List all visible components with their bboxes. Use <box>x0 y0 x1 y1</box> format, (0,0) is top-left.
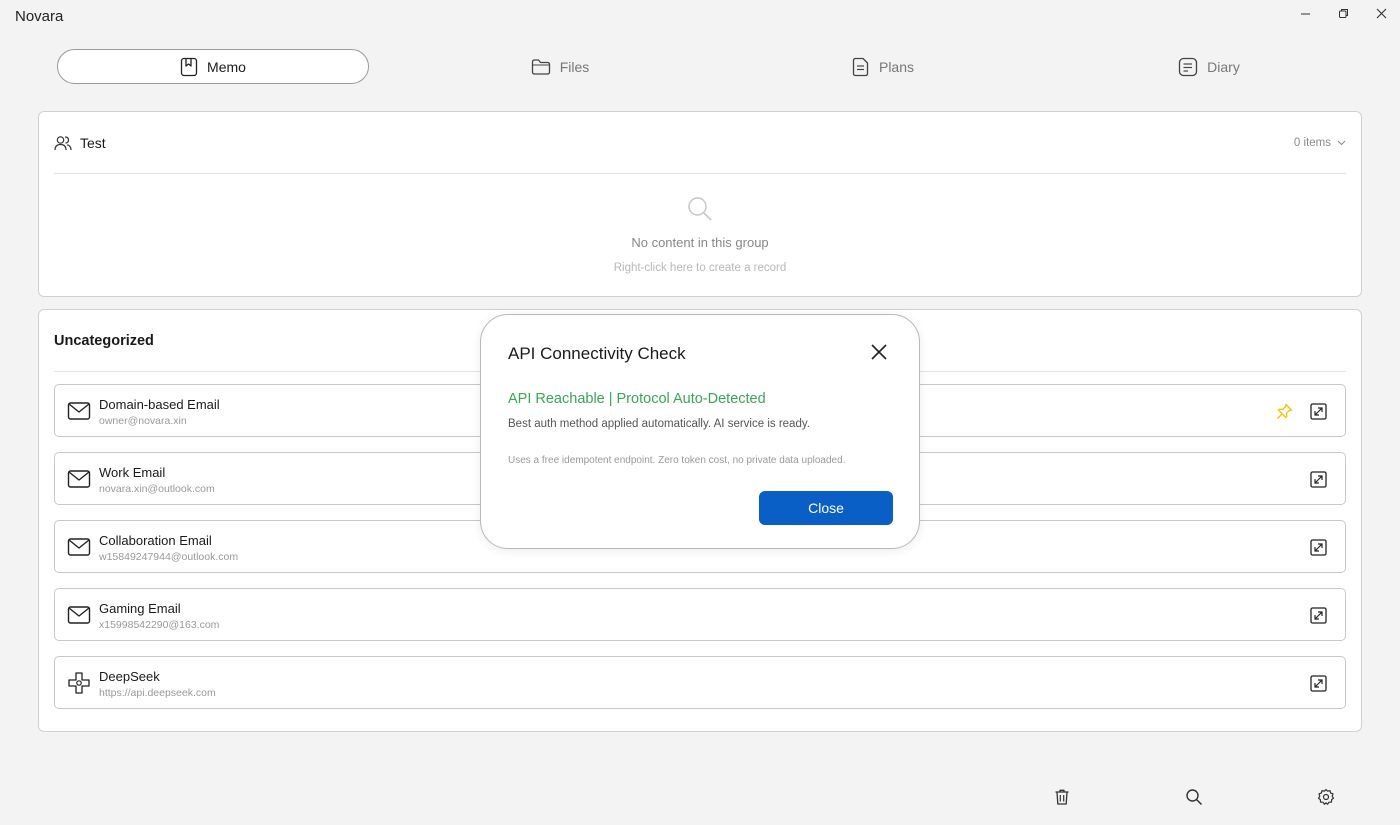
item-subtitle: w15849247944@outlook.com <box>99 551 239 563</box>
tab-label: Memo <box>207 58 246 75</box>
dialog-note: Uses a free idempotent endpoint. Zero to… <box>508 455 846 466</box>
chevron-down-icon <box>1337 140 1346 146</box>
item-name: Work Email <box>99 465 166 480</box>
close-icon[interactable] <box>870 343 888 361</box>
search-icon[interactable] <box>1185 788 1203 806</box>
dialog-title: API Connectivity Check <box>508 344 686 363</box>
empty-state: No content in this group Right-click her… <box>39 196 1361 274</box>
api-icon <box>68 672 90 694</box>
minimize-icon[interactable] <box>1292 4 1318 22</box>
list-item[interactable]: Gaming Email x15998542290@163.com <box>54 588 1346 641</box>
group-test[interactable]: Test 0 items No content in this group Ri… <box>38 111 1362 297</box>
expand-icon[interactable] <box>1310 675 1327 692</box>
empty-message: No content in this group <box>631 235 769 250</box>
document-icon <box>852 57 869 76</box>
app-title: Novara <box>15 8 64 25</box>
pin-icon[interactable] <box>1276 403 1293 420</box>
tab-label: Plans <box>878 58 915 75</box>
restore-icon[interactable] <box>1330 4 1356 22</box>
api-check-dialog: API Connectivity Check API Reachable | P… <box>480 314 920 549</box>
group-header: Test 0 items <box>54 112 1346 174</box>
item-name: DeepSeek <box>99 669 160 684</box>
bookmark-icon <box>180 57 198 76</box>
status-message: API Reachable | Protocol Auto-Detected <box>508 391 766 407</box>
tab-memo[interactable]: Memo <box>57 49 369 84</box>
item-count: 0 items <box>1293 137 1331 149</box>
close-icon[interactable] <box>1368 4 1394 22</box>
item-subtitle: owner@novara.xin <box>99 415 187 427</box>
group-count-dropdown[interactable]: 0 items <box>1294 112 1346 174</box>
tab-label: Diary <box>1207 58 1240 75</box>
empty-hint: Right-click here to create a record <box>613 262 787 274</box>
notebook-icon <box>1179 57 1198 76</box>
mail-icon <box>67 470 91 488</box>
expand-icon[interactable] <box>1310 539 1327 556</box>
group-title: Test <box>80 134 106 151</box>
mail-icon <box>67 538 91 556</box>
title-bar: Novara <box>0 0 1400 34</box>
settings-icon[interactable] <box>1317 788 1335 806</box>
item-name: Domain-based Email <box>99 397 220 412</box>
people-icon <box>54 135 72 150</box>
close-button[interactable]: Close <box>759 491 893 525</box>
expand-icon[interactable] <box>1310 471 1327 488</box>
expand-icon[interactable] <box>1310 403 1327 420</box>
dialog-description: Best auth method applied automatically. … <box>508 418 810 430</box>
item-subtitle: novara.xin@outlook.com <box>99 483 215 495</box>
expand-icon[interactable] <box>1310 607 1327 624</box>
mail-icon <box>67 402 91 420</box>
item-subtitle: x15998542290@163.com <box>99 619 220 631</box>
tab-diary[interactable]: Diary <box>1149 49 1269 84</box>
tab-plans[interactable]: Plans <box>823 49 943 84</box>
item-subtitle: https://api.deepseek.com <box>99 687 216 699</box>
main-tabs: Memo Files Plans Diary <box>57 49 1357 84</box>
tab-files[interactable]: Files <box>505 49 615 84</box>
trash-icon[interactable] <box>1053 788 1071 806</box>
item-name: Gaming Email <box>99 601 181 616</box>
group-title: Uncategorized <box>54 332 154 349</box>
mail-icon <box>67 606 91 624</box>
folder-icon <box>531 58 550 75</box>
search-icon <box>688 197 712 221</box>
item-name: Collaboration Email <box>99 533 212 548</box>
list-item[interactable]: DeepSeek https://api.deepseek.com <box>54 656 1346 709</box>
tab-label: Files <box>559 58 590 75</box>
